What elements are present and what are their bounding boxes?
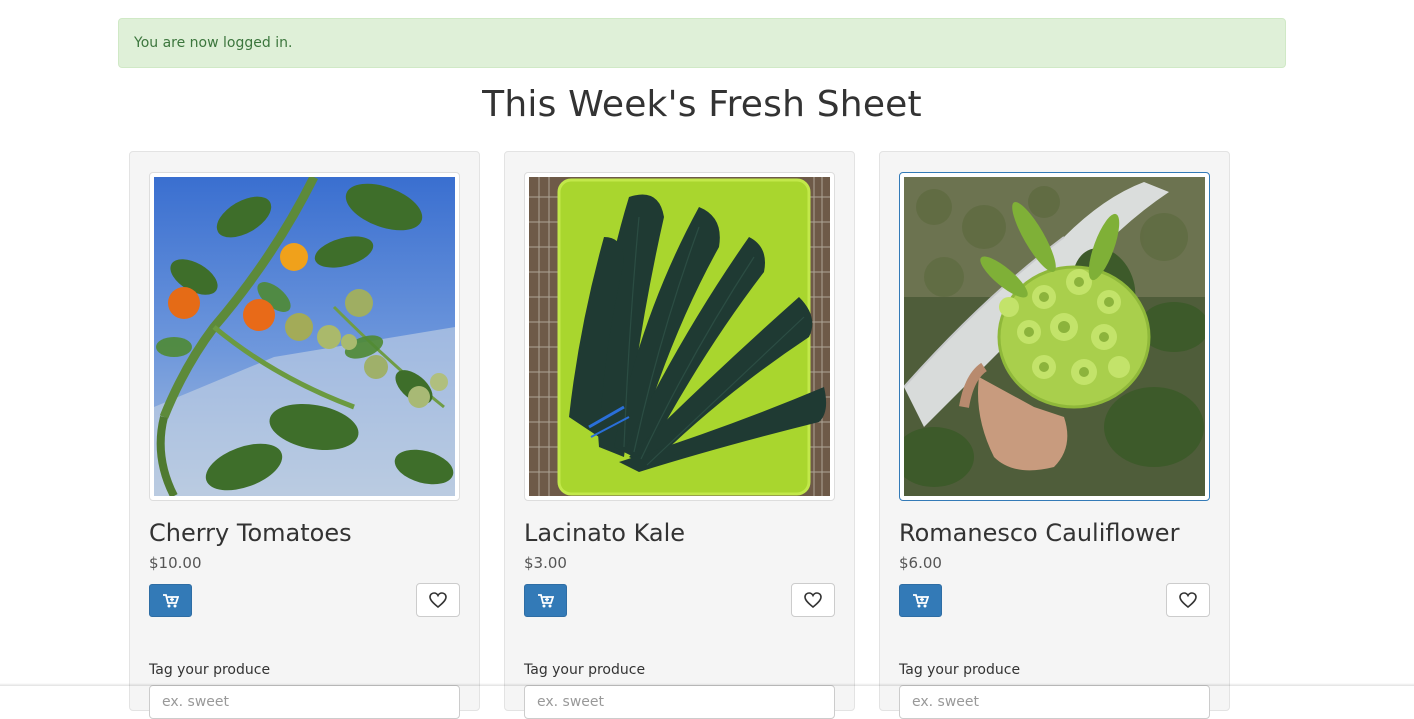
cart-plus-icon xyxy=(163,594,179,608)
product-actions xyxy=(524,583,835,617)
product-grid: Cherry Tomatoes $10.00 Tag your produce xyxy=(129,151,1230,711)
product-card-romanesco-cauliflower: Romanesco Cauliflower $6.00 Tag your pro… xyxy=(879,151,1230,711)
product-name[interactable]: Romanesco Cauliflower xyxy=(899,517,1210,549)
cart-plus-icon xyxy=(538,594,554,608)
romanesco-cauliflower-photo xyxy=(904,177,1205,496)
product-card-cherry-tomatoes: Cherry Tomatoes $10.00 Tag your produce xyxy=(129,151,480,711)
tag-produce-input[interactable] xyxy=(524,685,835,719)
product-card-lacinato-kale: Lacinato Kale $3.00 Tag your produce xyxy=(504,151,855,711)
tag-produce-input[interactable] xyxy=(149,685,460,719)
page-title: This Week's Fresh Sheet xyxy=(0,84,1404,125)
favorite-button[interactable] xyxy=(416,583,460,617)
tag-produce-label: Tag your produce xyxy=(149,661,460,679)
product-actions xyxy=(899,583,1210,617)
product-image-frame[interactable] xyxy=(899,172,1210,501)
product-price: $6.00 xyxy=(899,553,1210,573)
cart-plus-icon xyxy=(913,594,929,608)
product-actions xyxy=(149,583,460,617)
product-image-frame[interactable] xyxy=(149,172,460,501)
heart-outline-icon xyxy=(804,592,822,608)
product-name[interactable]: Cherry Tomatoes xyxy=(149,517,460,549)
tag-produce-label: Tag your produce xyxy=(899,661,1210,679)
add-to-cart-button[interactable] xyxy=(149,584,192,617)
heart-outline-icon xyxy=(429,592,447,608)
alert-message: You are now logged in. xyxy=(134,35,292,51)
lacinato-kale-photo xyxy=(529,177,830,496)
product-image-frame[interactable] xyxy=(524,172,835,501)
product-price: $3.00 xyxy=(524,553,835,573)
tag-produce-label: Tag your produce xyxy=(524,661,835,679)
product-price: $10.00 xyxy=(149,553,460,573)
add-to-cart-button[interactable] xyxy=(524,584,567,617)
tag-produce-input[interactable] xyxy=(899,685,1210,719)
product-name[interactable]: Lacinato Kale xyxy=(524,517,835,549)
login-success-alert: You are now logged in. xyxy=(118,18,1286,68)
heart-outline-icon xyxy=(1179,592,1197,608)
favorite-button[interactable] xyxy=(1166,583,1210,617)
cherry-tomatoes-photo xyxy=(154,177,455,496)
add-to-cart-button[interactable] xyxy=(899,584,942,617)
favorite-button[interactable] xyxy=(791,583,835,617)
